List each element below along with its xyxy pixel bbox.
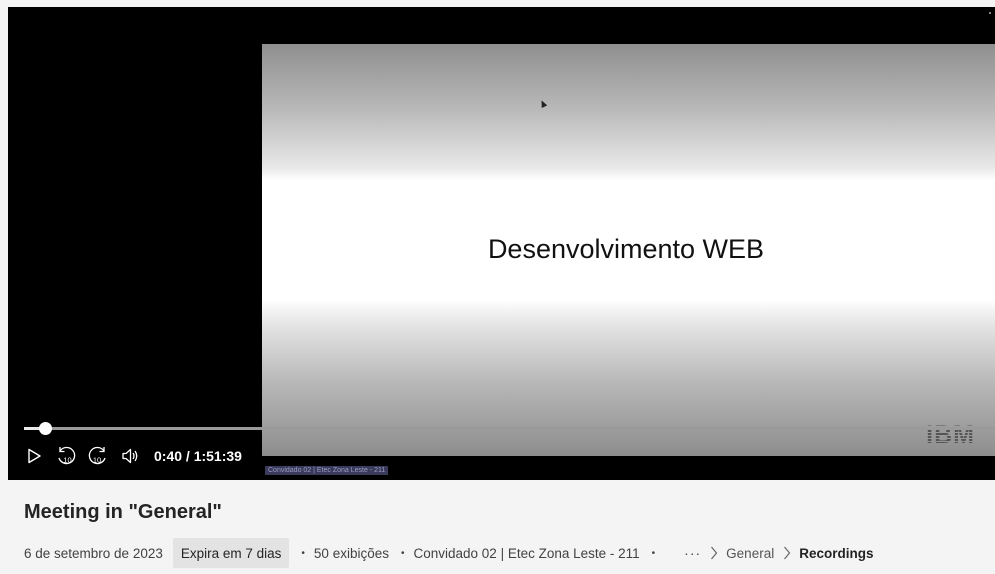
svg-text:10: 10 [93,456,101,465]
participant-name-tag: Convidado 02 | Etec Zona Leste - 211 [265,466,389,475]
expiry-badge: Expira em 7 dias [172,538,290,568]
svg-text:10: 10 [63,456,71,465]
play-button[interactable] [22,444,46,468]
play-icon [28,448,41,464]
chevron-right-icon [710,546,718,560]
author-name[interactable]: Convidado 02 | Etec Zona Leste - 211 [414,546,640,561]
chevron-right-icon [783,546,791,560]
separator-dot: • [301,547,305,559]
separator-dot: • [651,547,656,559]
meeting-title: Meeting in "General" [24,501,222,523]
time-display: 0:40 / 1:51:39 [154,448,242,464]
forward-10-icon: 10 [88,446,106,465]
ibm-logo: IBM [926,421,975,449]
more-options-button[interactable]: ··· [684,545,701,561]
breadcrumb-general[interactable]: General [726,546,774,561]
rewind-10-icon: 10 [58,446,76,465]
player-controls: 10 10 0:40 / 1:51:39 [22,444,242,468]
mouse-cursor-icon [538,99,548,108]
progress-thumb[interactable] [39,422,53,435]
video-page: Desenvolvimento WEB IBM Convidado 02 | E… [0,0,995,574]
player-corner-dot [989,12,991,14]
video-player[interactable]: Desenvolvimento WEB IBM Convidado 02 | E… [8,7,995,480]
volume-icon [122,448,138,464]
recording-date: 6 de setembro de 2023 [24,545,163,561]
rewind-10-button[interactable]: 10 [54,444,78,468]
progress-bar[interactable] [24,422,995,435]
breadcrumb-recordings[interactable]: Recordings [799,546,873,561]
meeting-meta: 6 de setembro de 2023 Expira em 7 dias •… [24,538,873,568]
view-count: 50 exibições [313,545,389,561]
volume-button[interactable] [118,444,142,468]
separator-dot: • [400,547,405,559]
slide-title: Desenvolvimento WEB [487,234,765,264]
presentation-slide: Desenvolvimento WEB IBM [262,44,995,456]
forward-10-button[interactable]: 10 [86,444,110,468]
